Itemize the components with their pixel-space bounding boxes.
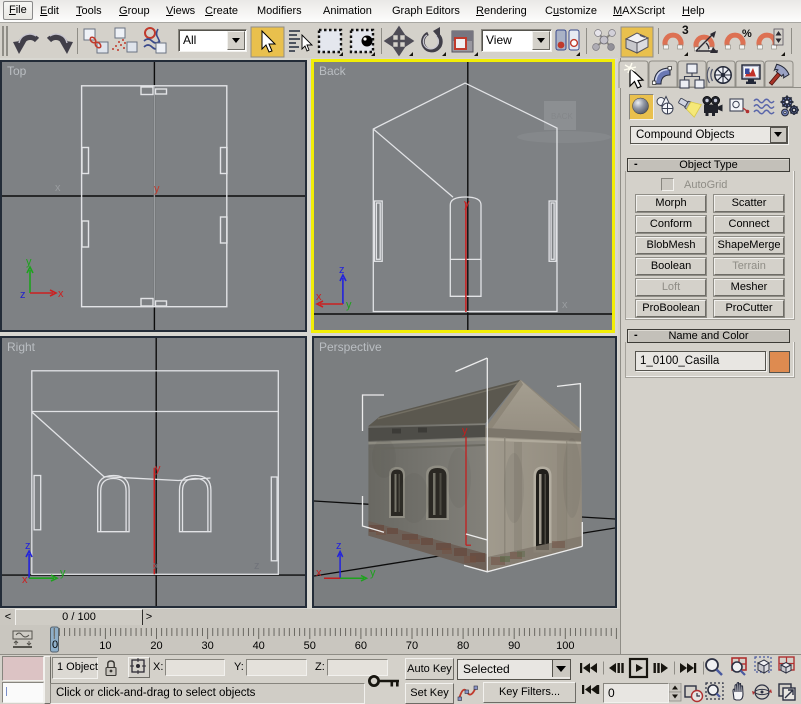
svg-text:40: 40	[253, 640, 265, 652]
svg-text:y: y	[154, 183, 160, 195]
svg-text:y: y	[26, 256, 32, 268]
svg-text:x: x	[153, 560, 159, 572]
svg-text:3: 3	[682, 23, 689, 37]
svg-text:x: x	[55, 182, 61, 194]
svg-text:BACK: BACK	[551, 112, 573, 121]
svg-text:10: 10	[99, 640, 111, 652]
svg-text:x: x	[22, 574, 28, 586]
svg-text:y: y	[370, 567, 376, 579]
svg-text:30: 30	[201, 640, 213, 652]
svg-text:z: z	[254, 560, 260, 572]
svg-text:x: x	[58, 288, 64, 300]
svg-text:x: x	[316, 291, 322, 303]
svg-text:y: y	[462, 425, 468, 437]
svg-text:z: z	[339, 264, 345, 276]
svg-text:70: 70	[406, 640, 418, 652]
svg-text:50: 50	[304, 640, 316, 652]
svg-text:20: 20	[150, 640, 162, 652]
svg-text:x: x	[316, 567, 322, 579]
svg-text:y: y	[346, 299, 352, 311]
svg-text:y: y	[60, 567, 66, 579]
svg-text:80: 80	[457, 640, 469, 652]
svg-text:z: z	[25, 540, 31, 552]
svg-text:100: 100	[556, 640, 574, 652]
svg-text:x: x	[562, 299, 568, 311]
svg-text:60: 60	[355, 640, 367, 652]
svg-text:90: 90	[508, 640, 520, 652]
svg-text:%: %	[742, 28, 752, 40]
svg-text:z: z	[336, 540, 342, 552]
svg-text:y: y	[464, 198, 470, 210]
svg-text:z: z	[20, 289, 26, 301]
svg-text:y: y	[155, 463, 161, 475]
